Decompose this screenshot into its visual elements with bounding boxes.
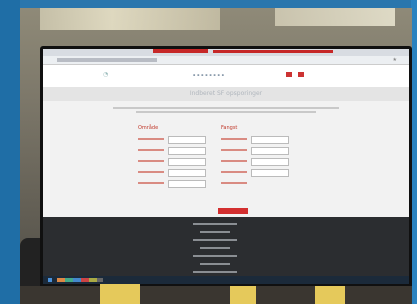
office-scene: ★ ◔ ▪ ▪ ▪ ▪ ▪ ▪ ▪ ▪ Indberet SF opsporin…	[20, 8, 412, 304]
form-row	[221, 181, 291, 186]
form-row	[221, 136, 291, 144]
photo-frame: ★ ◔ ▪ ▪ ▪ ▪ ▪ ▪ ▪ ▪ Indberet SF opsporin…	[0, 0, 417, 304]
form-row	[138, 169, 208, 177]
browser-tab	[213, 50, 333, 53]
monitor: ★ ◔ ▪ ▪ ▪ ▪ ▪ ▪ ▪ ▪ Indberet SF opsporin…	[40, 46, 412, 294]
form-row	[138, 136, 208, 144]
form-row	[138, 158, 208, 166]
section-title-left: Område	[138, 125, 159, 131]
left-border	[0, 0, 20, 304]
title-band: Indberet SF opsporinger	[43, 87, 409, 101]
page-title: Indberet SF opsporinger	[189, 90, 263, 97]
form-row	[221, 147, 291, 155]
url-field	[57, 58, 157, 62]
monitor-screen: ★ ◔ ▪ ▪ ▪ ▪ ▪ ▪ ▪ ▪ Indberet SF opsporin…	[43, 49, 409, 284]
desk	[20, 286, 412, 304]
site-footer	[43, 217, 409, 281]
form-row	[221, 169, 291, 177]
browser-tab	[153, 49, 208, 53]
form-row	[138, 147, 208, 155]
browser-addressbar: ★	[43, 56, 409, 65]
start-icon	[48, 278, 52, 282]
browser-tabbar	[43, 49, 409, 56]
site-nav: ▪ ▪ ▪ ▪ ▪ ▪ ▪ ▪	[193, 73, 225, 77]
language-flags	[286, 72, 304, 77]
form-row	[138, 180, 208, 188]
sticky-note	[315, 286, 345, 304]
taskbar-icons	[57, 278, 103, 282]
os-taskbar	[43, 276, 409, 284]
ceiling-light	[40, 8, 220, 30]
submit-button	[218, 208, 248, 214]
bookmark-star-icon: ★	[392, 57, 397, 63]
sticky-note	[100, 284, 140, 304]
intro-text	[113, 105, 339, 117]
site-header: ◔ ▪ ▪ ▪ ▪ ▪ ▪ ▪ ▪	[43, 65, 409, 87]
sticky-note	[230, 286, 256, 304]
form-row	[221, 158, 291, 166]
ceiling-light	[275, 8, 395, 26]
section-title-right: Fangst	[221, 125, 238, 131]
site-logo: ◔	[103, 71, 109, 78]
